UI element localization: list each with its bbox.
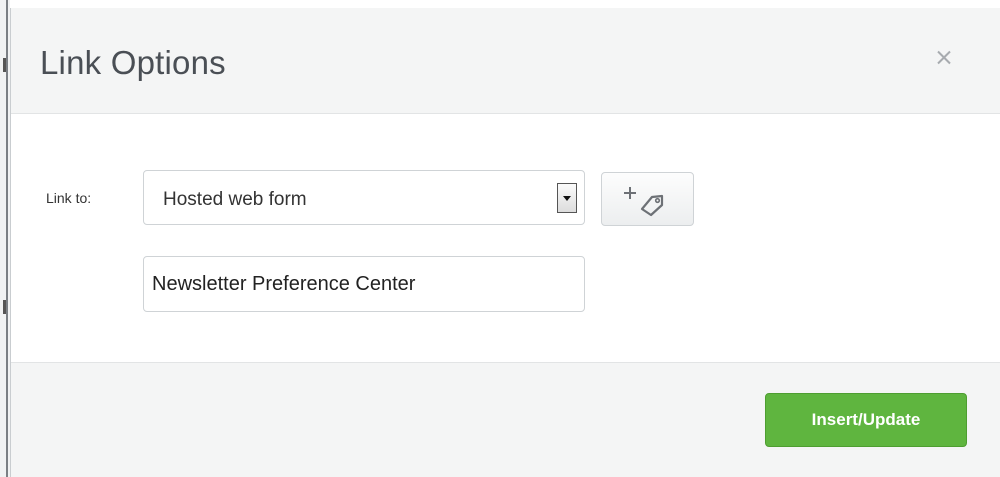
add-tag-icon	[624, 187, 664, 217]
link-target-input[interactable]	[143, 256, 585, 312]
link-to-label: Link to:	[46, 190, 92, 206]
backdrop-mark	[3, 58, 6, 72]
link-type-selected-value: Hosted web form	[163, 189, 307, 210]
chevron-down-icon[interactable]	[557, 183, 577, 213]
dialog-footer: Insert/Update	[11, 362, 1000, 477]
backdrop-edge	[6, 0, 8, 477]
page-backdrop	[0, 0, 10, 477]
dialog-title: Link Options	[40, 44, 226, 81]
backdrop-mark	[3, 300, 6, 314]
dialog-body: Link to: Hosted web form	[11, 114, 1000, 362]
link-options-dialog: Link Options Link to: Hosted web form In…	[10, 8, 1000, 477]
link-type-select[interactable]: Hosted web form	[143, 170, 585, 225]
close-icon[interactable]	[932, 46, 956, 70]
dialog-header: Link Options	[11, 8, 1000, 114]
add-tag-button[interactable]	[601, 172, 694, 226]
insert-update-button[interactable]: Insert/Update	[765, 393, 967, 447]
